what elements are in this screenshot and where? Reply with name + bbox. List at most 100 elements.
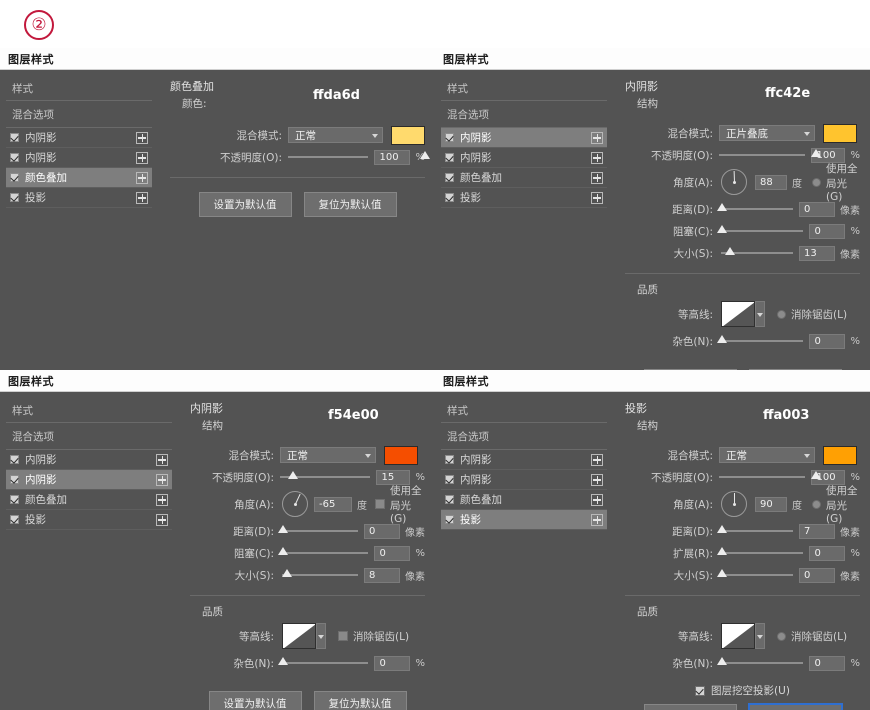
sidebar-item-drop-shadow[interactable]: 投影 (441, 510, 607, 530)
slider-thumb[interactable] (717, 203, 727, 211)
set-default-button[interactable]: 设置为默认值 (209, 691, 302, 710)
angle-dial[interactable] (721, 491, 747, 517)
sidebar-item-inner-shadow-1[interactable]: 内阴影 (6, 450, 172, 470)
noise-value[interactable]: 0 (809, 656, 845, 671)
sidebar-item-color-overlay[interactable]: 颜色叠加 (6, 490, 172, 510)
plus-icon[interactable] (591, 172, 603, 184)
noise-value[interactable]: 0 (809, 334, 845, 349)
plus-icon[interactable] (136, 132, 148, 144)
size-value[interactable]: 8 (364, 568, 400, 583)
anti-alias-row[interactable]: 消除锯齿(L) (777, 307, 847, 322)
checkbox-icon[interactable] (10, 193, 19, 202)
slider-thumb[interactable] (811, 149, 821, 157)
reset-default-button[interactable]: 复位为默认值 (304, 192, 397, 217)
slider-thumb[interactable] (278, 657, 288, 665)
contour-dropdown-icon[interactable] (755, 301, 765, 327)
angle-dial[interactable] (721, 169, 747, 195)
distance-slider[interactable] (721, 530, 793, 532)
sidebar-item-inner-shadow-1[interactable]: 内阴影 (6, 128, 152, 148)
contour-preview[interactable] (721, 623, 755, 649)
checkbox-icon[interactable] (445, 495, 454, 504)
blend-mode-select[interactable]: 正常 (280, 447, 376, 463)
sidebar-item-drop-shadow[interactable]: 投影 (6, 188, 152, 208)
color-swatch[interactable] (384, 446, 418, 465)
size-value[interactable]: 0 (799, 568, 835, 583)
plus-icon[interactable] (591, 514, 603, 526)
angle-dial[interactable] (282, 491, 308, 517)
sidebar-item-inner-shadow-2[interactable]: 内阴影 (441, 470, 607, 490)
sidebar-item-inner-shadow-1[interactable]: 内阴影 (441, 450, 607, 470)
checkbox-icon[interactable] (338, 631, 348, 641)
plus-icon[interactable] (136, 192, 148, 204)
color-swatch[interactable] (391, 126, 425, 145)
anti-alias-row[interactable]: 消除锯齿(L) (777, 629, 847, 644)
checkbox-icon[interactable] (445, 475, 454, 484)
angle-value[interactable]: -65 (314, 497, 352, 512)
contour-dropdown-icon[interactable] (316, 623, 326, 649)
noise-slider[interactable] (721, 662, 803, 664)
radio-icon[interactable] (777, 310, 786, 319)
plus-icon[interactable] (136, 152, 148, 164)
radio-icon[interactable] (777, 632, 786, 641)
contour-preview[interactable] (721, 301, 755, 327)
noise-value[interactable]: 0 (374, 656, 410, 671)
choke-slider[interactable] (721, 230, 803, 232)
distance-value[interactable]: 0 (799, 202, 835, 217)
checkbox-icon[interactable] (445, 153, 454, 162)
sidebar-item-color-overlay[interactable]: 颜色叠加 (6, 168, 152, 188)
sidebar-item-inner-shadow-2[interactable]: 内阴影 (441, 148, 607, 168)
slider-thumb[interactable] (288, 471, 298, 479)
plus-icon[interactable] (591, 454, 603, 466)
set-default-button[interactable]: 设置为默认值 (644, 704, 737, 710)
plus-icon[interactable] (156, 494, 168, 506)
checkbox-icon[interactable] (10, 515, 19, 524)
color-swatch[interactable] (823, 124, 857, 143)
opacity-slider[interactable] (280, 476, 370, 478)
plus-icon[interactable] (156, 454, 168, 466)
checkbox-icon[interactable] (10, 173, 19, 182)
noise-slider[interactable] (282, 662, 368, 664)
checkbox-icon[interactable] (445, 133, 454, 142)
sidebar-item-inner-shadow-2[interactable]: 内阴影 (6, 148, 152, 168)
blend-mode-select[interactable]: 正常 (719, 447, 815, 463)
sidebar-item-color-overlay[interactable]: 颜色叠加 (441, 490, 607, 510)
distance-value[interactable]: 0 (364, 524, 400, 539)
checkbox-icon[interactable] (445, 173, 454, 182)
choke-value[interactable]: 0 (809, 224, 845, 239)
slider-thumb[interactable] (717, 547, 727, 555)
checkbox-icon[interactable] (10, 455, 19, 464)
slider-thumb[interactable] (278, 525, 288, 533)
slider-thumb[interactable] (725, 247, 735, 255)
sidebar-item-inner-shadow-1[interactable]: 内阴影 (441, 128, 607, 148)
color-swatch[interactable] (823, 446, 857, 465)
use-global-light-row[interactable]: 使用全局光(G) (812, 483, 860, 525)
distance-slider[interactable] (721, 208, 793, 210)
angle-value[interactable]: 88 (755, 175, 787, 190)
contour-dropdown-icon[interactable] (755, 623, 765, 649)
distance-value[interactable]: 7 (799, 524, 835, 539)
contour-preview[interactable] (282, 623, 316, 649)
plus-icon[interactable] (591, 474, 603, 486)
slider-thumb[interactable] (278, 547, 288, 555)
spread-slider[interactable] (721, 552, 803, 554)
set-default-button[interactable]: 设置为默认值 (199, 192, 292, 217)
sidebar-item-drop-shadow[interactable]: 投影 (441, 188, 607, 208)
checkbox-icon[interactable] (10, 495, 19, 504)
checkbox-icon[interactable] (10, 475, 19, 484)
slider-thumb[interactable] (420, 151, 430, 159)
plus-icon[interactable] (591, 494, 603, 506)
opacity-slider[interactable] (288, 156, 368, 158)
slider-thumb[interactable] (717, 657, 727, 665)
use-global-light-row[interactable]: 使用全局光(G) (375, 483, 425, 525)
size-slider[interactable] (721, 252, 793, 254)
choke-value[interactable]: 0 (374, 546, 410, 561)
plus-icon[interactable] (156, 514, 168, 526)
radio-icon[interactable] (812, 178, 821, 187)
slider-thumb[interactable] (717, 335, 727, 343)
choke-slider[interactable] (282, 552, 368, 554)
blend-mode-select[interactable]: 正片叠底 (719, 125, 815, 141)
size-slider[interactable] (282, 574, 358, 576)
plus-icon[interactable] (591, 192, 603, 204)
slider-thumb[interactable] (282, 569, 292, 577)
plus-icon[interactable] (156, 474, 168, 486)
